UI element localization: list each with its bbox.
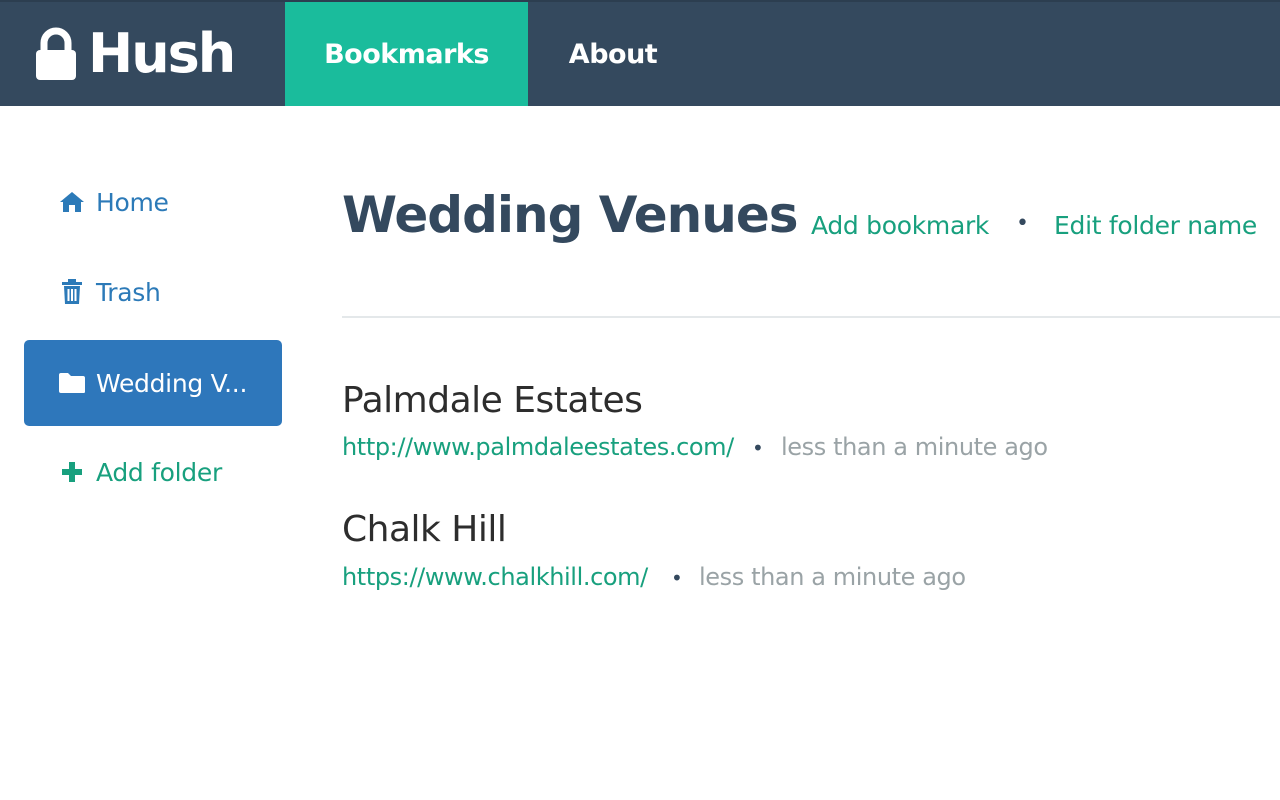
sidebar-item-trash[interactable]: Trash bbox=[24, 250, 282, 334]
sidebar-item-home[interactable]: Home bbox=[24, 160, 282, 244]
home-icon bbox=[58, 188, 86, 216]
add-bookmark-link[interactable]: Add bookmark bbox=[811, 211, 989, 240]
bookmark-title[interactable]: Chalk Hill bbox=[342, 509, 507, 550]
top-navbar: Hush Bookmarks About bbox=[0, 0, 1280, 106]
sidebar-item-label: Wedding V... bbox=[96, 368, 248, 398]
page-title: Wedding Venues bbox=[342, 186, 799, 244]
sidebar-item-label: Trash bbox=[96, 277, 161, 307]
brand-name: Hush bbox=[88, 22, 236, 85]
tab-about[interactable]: About bbox=[528, 2, 698, 106]
bookmark-separator: • bbox=[752, 436, 764, 460]
bookmark-url[interactable]: https://www.chalkhill.com/ bbox=[342, 563, 648, 591]
bookmark-timestamp: less than a minute ago bbox=[699, 563, 966, 591]
sidebar-item-wedding-venues[interactable]: Wedding V... bbox=[24, 340, 282, 426]
trash-icon bbox=[58, 278, 86, 306]
tab-bookmarks[interactable]: Bookmarks bbox=[285, 2, 528, 106]
add-folder-button[interactable]: Add folder bbox=[24, 430, 282, 514]
bookmark-url[interactable]: http://www.palmdaleestates.com/ bbox=[342, 433, 734, 461]
edit-folder-name-link[interactable]: Edit folder name bbox=[1054, 211, 1257, 240]
action-separator: • bbox=[1016, 211, 1029, 236]
divider bbox=[342, 316, 1280, 318]
brand-logo[interactable]: Hush bbox=[34, 22, 236, 85]
lock-icon bbox=[34, 27, 78, 81]
sidebar-item-label: Home bbox=[96, 187, 169, 217]
tab-about-label: About bbox=[568, 38, 658, 70]
bookmark-timestamp: less than a minute ago bbox=[781, 433, 1048, 461]
add-folder-label: Add folder bbox=[96, 457, 222, 487]
bookmark-title[interactable]: Palmdale Estates bbox=[342, 380, 643, 421]
bookmark-separator: • bbox=[671, 566, 683, 590]
plus-icon bbox=[58, 458, 86, 486]
tab-bookmarks-label: Bookmarks bbox=[324, 38, 489, 70]
folder-icon bbox=[58, 369, 86, 397]
